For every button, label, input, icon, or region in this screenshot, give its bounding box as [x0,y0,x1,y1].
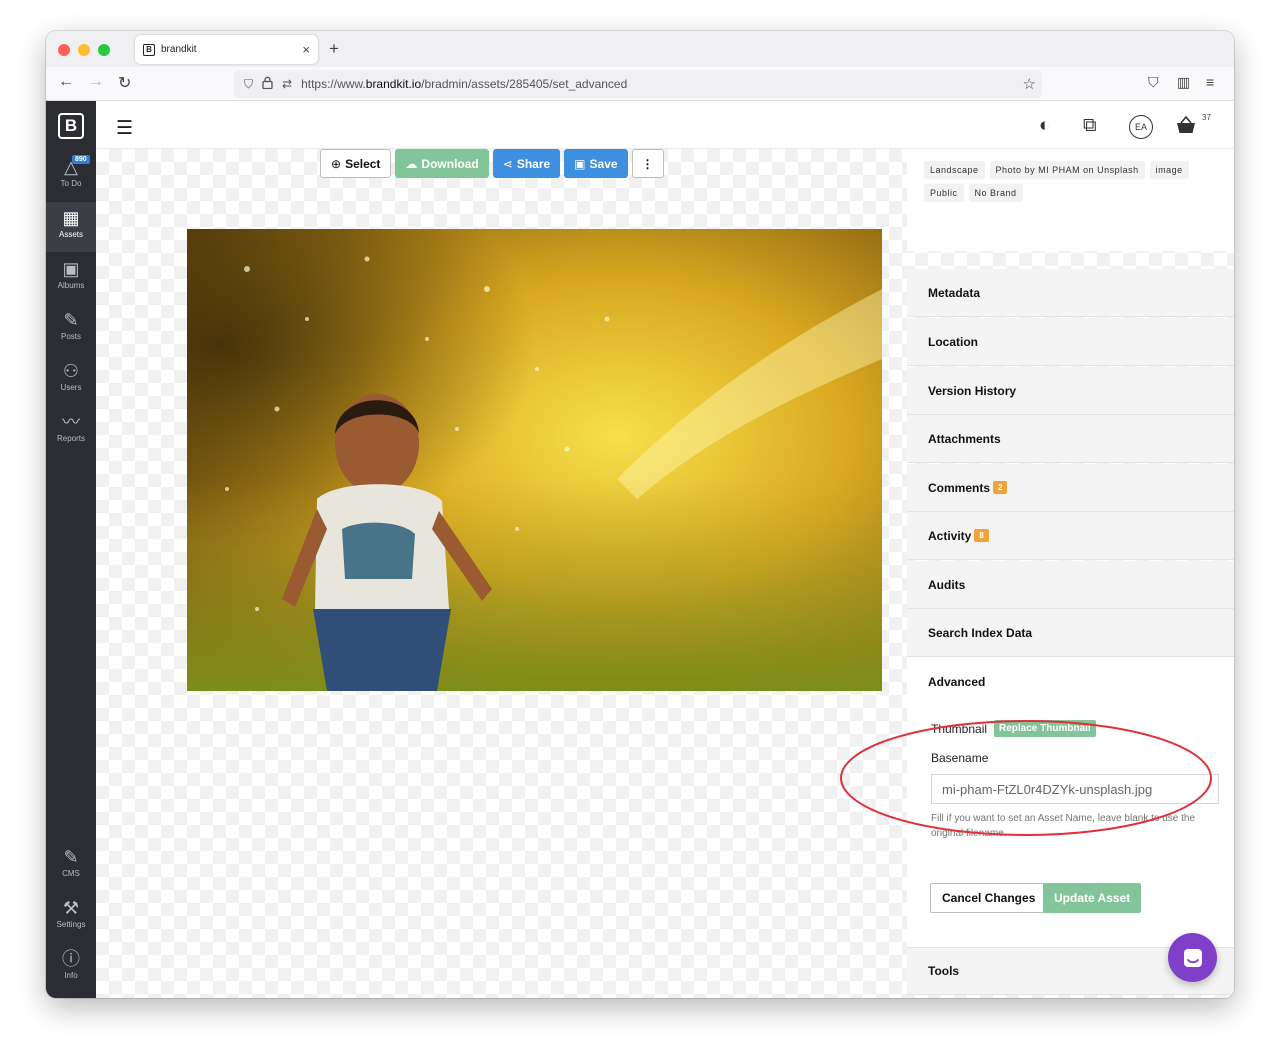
cart-count: 37 [1202,113,1211,122]
wrench-icon: ⚒ [62,898,80,918]
accordion-attachments[interactable]: Attachments [907,415,1234,463]
tab-title: brandkit [161,44,197,55]
reload-icon[interactable]: ↻ [118,73,131,93]
sidebar-item-albums[interactable]: ▣ Albums [46,253,96,303]
todo-count-badge: 890 [72,155,90,164]
sidebar-item-label: Users [60,383,82,392]
window-controls [58,44,110,56]
accordion-activity[interactable]: Activity 8 [907,512,1234,560]
shield-icon[interactable]: ⛉ [244,77,253,92]
bookmark-star-icon[interactable]: ☆ [1023,75,1036,93]
sidebar-item-label: CMS [62,869,80,878]
permissions-icon[interactable]: ⇄ [282,77,292,91]
more-options-button[interactable]: ⋮ [631,149,664,178]
sidebar-item-label: Reports [56,434,85,443]
sidebar-item-label: Posts [60,332,81,341]
basket-icon[interactable] [1175,115,1197,141]
sidebar-item-settings[interactable]: ⚒ Settings [46,892,96,942]
sidebar-item-cms[interactable]: ✎ CMS [46,841,96,891]
chat-launcher-button[interactable] [1168,933,1217,982]
share-icon: ⋖ [502,156,513,171]
sidebar-item-label: Settings [56,920,86,929]
cancel-changes-button[interactable]: Cancel Changes [930,883,1048,913]
floppy-disk-icon: ▣ [574,156,586,171]
users-icon: ⚇ [62,361,80,381]
tab-bar: B brandkit × + [46,31,1234,67]
accordion-search-index-data[interactable]: Search Index Data [907,609,1234,657]
app-header: ☰ ◐ ⧉ EA 37 [96,101,1234,149]
pulse-icon: 〰 [62,412,80,432]
sidebar-item-label: To Do [60,179,82,188]
url-text: https://www.brandkit.io/bradmin/assets/2… [301,77,628,91]
sidebar-item-todo[interactable]: △ 890 To Do [46,151,96,201]
sidebar-item-users[interactable]: ⚇ Users [46,355,96,405]
annotation-ellipse [840,720,1212,836]
new-tab-button[interactable]: + [329,39,339,59]
asset-toolbar: ⊕ Select ☁ Download ⋖ Share ▣ Save ⋮ [320,149,664,179]
brandkit-favicon-icon: B [143,43,155,56]
tag-list: Landscape Photo by MI PHAM on Unsplash i… [924,161,1224,202]
maximize-window-button[interactable] [98,44,110,56]
accordion-audits[interactable]: Audits [907,561,1234,609]
browser-tab[interactable]: B brandkit × [135,35,318,64]
update-asset-button[interactable]: Update Asset [1043,883,1142,913]
accordion-metadata[interactable]: Metadata [907,269,1234,317]
tag-chip[interactable]: No Brand [968,184,1023,202]
sidebar-item-label: Info [64,971,78,980]
grid-icon: ▦ [62,208,80,228]
sidebar-item-posts[interactable]: ✎ Posts [46,304,96,354]
sidebar-item-reports[interactable]: 〰 Reports [46,406,96,456]
menu-icon[interactable]: ≡ [1206,74,1214,90]
sidebar-item-label: Albums [57,281,85,290]
comments-count-badge: 2 [993,481,1008,494]
activity-count-badge: 8 [974,529,989,542]
accordion-comments[interactable]: Comments 2 [907,464,1234,512]
back-arrow-icon[interactable]: ← [58,73,74,91]
address-bar[interactable]: ⛉ ⇄ https://www.brandkit.io/bradmin/asse… [234,70,1042,98]
tag-chip[interactable]: Landscape [924,161,985,179]
brandkit-logo[interactable]: B [58,113,84,139]
image-icon: ▣ [62,259,80,279]
library-icon[interactable]: ▥ [1177,74,1190,91]
user-avatar[interactable]: EA [1129,115,1153,139]
lock-icon[interactable] [262,76,273,92]
asset-preview-image[interactable] [187,229,882,691]
tag-chip[interactable]: Photo by MI PHAM on Unsplash [989,161,1145,179]
tab-close-icon[interactable]: × [302,42,310,57]
edit-icon: ✎ [63,310,79,330]
share-button[interactable]: ⋖ Share [492,149,561,178]
app-sidebar: B △ 890 To Do ▦ Assets ▣ Albums ✎ Posts … [46,101,96,998]
asset-details-panel: Landscape Photo by MI PHAM on Unsplash i… [907,149,1234,998]
chat-icon [1183,948,1202,967]
download-button[interactable]: ☁ Download [395,149,489,178]
hamburger-menu-icon[interactable]: ☰ [116,117,133,140]
sidebar-item-info[interactable]: ⓘ Info [46,943,96,993]
contrast-toggle-icon[interactable]: ◐ [1039,115,1050,137]
pocket-icon[interactable]: ⛉ [1148,74,1159,91]
edit-icon: ✎ [63,847,79,867]
close-window-button[interactable] [58,44,70,56]
info-icon: ⓘ [62,949,80,969]
accordion-location[interactable]: Location [907,318,1234,366]
sidebar-item-label: Assets [58,230,83,239]
advanced-title[interactable]: Advanced [928,675,985,689]
save-button[interactable]: ▣ Save [564,149,628,178]
cloud-download-icon: ☁ [405,156,418,171]
plus-circle-icon: ⊕ [331,156,342,171]
select-button[interactable]: ⊕ Select [320,149,392,178]
minimize-window-button[interactable] [78,44,90,56]
present-icon[interactable]: ⧉ [1083,115,1097,137]
main-content: ⊕ Select ☁ Download ⋖ Share ▣ Save ⋮ Lan… [96,149,1234,998]
browser-window: B brandkit × + ← → ↻ ⛉ ⇄ https://www.bra… [46,31,1234,998]
navigation-bar: ← → ↻ ⛉ ⇄ https://www.brandkit.io/bradmi… [46,67,1234,101]
sidebar-item-assets[interactable]: ▦ Assets [46,202,96,252]
tag-chip[interactable]: Public [924,184,964,202]
forward-arrow-icon[interactable]: → [88,73,104,91]
accordion-version-history[interactable]: Version History [907,367,1234,415]
tags-section: Landscape Photo by MI PHAM on Unsplash i… [907,149,1234,251]
tag-chip[interactable]: image [1149,161,1189,179]
